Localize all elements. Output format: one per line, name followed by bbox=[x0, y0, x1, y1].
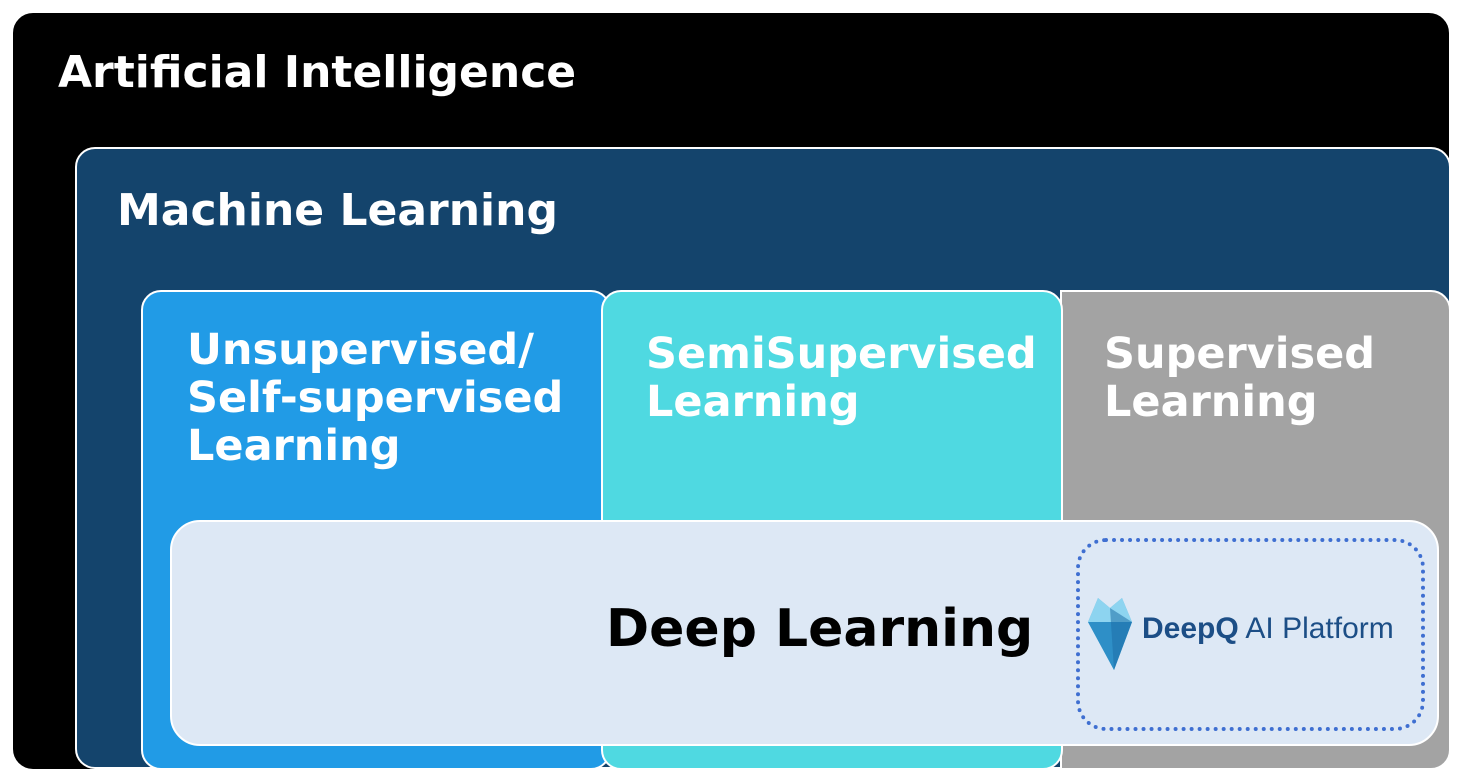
unsupervised-learning-label: Unsupervised/ Self-supervised Learning bbox=[187, 325, 564, 472]
artificial-intelligence-label: Artificial Intelligence bbox=[58, 47, 577, 98]
deepq-platform-logo-text: DeepQ AI Platform bbox=[1142, 612, 1394, 646]
deepq-brand: DeepQ bbox=[1142, 612, 1239, 645]
machine-learning-label: Machine Learning bbox=[117, 185, 558, 236]
deepq-product: AI Platform bbox=[1238, 612, 1394, 645]
semisupervised-learning-label: SemiSupervised Learning bbox=[646, 329, 1037, 428]
deep-learning-label: Deep Learning bbox=[606, 599, 1034, 659]
diagram-canvas: Artificial Intelligence Machine Learning… bbox=[0, 0, 1462, 779]
supervised-learning-label: Supervised Learning bbox=[1104, 329, 1376, 428]
